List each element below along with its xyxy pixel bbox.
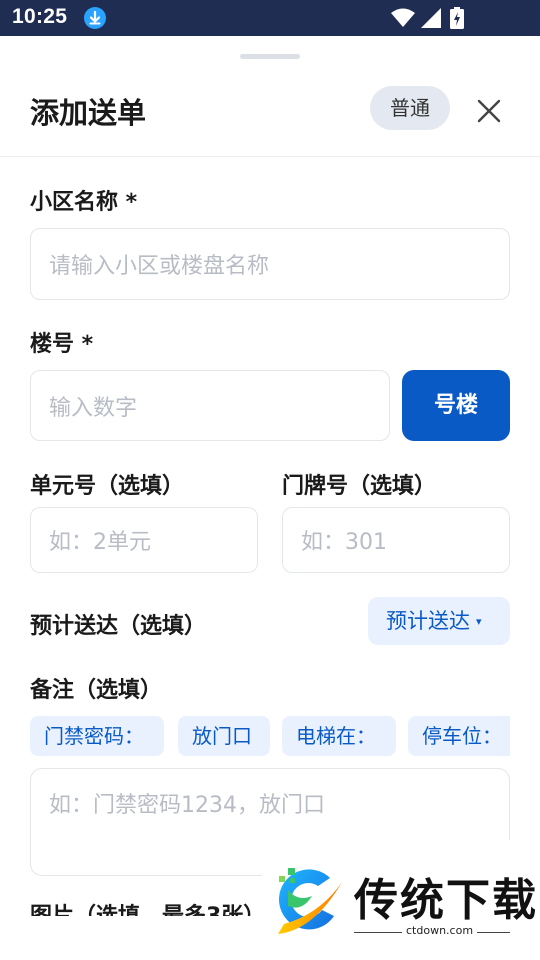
- mode-chip[interactable]: 普通: [370, 86, 450, 130]
- close-button[interactable]: [470, 92, 508, 130]
- community-input[interactable]: 请输入小区或楼盘名称: [30, 228, 510, 300]
- note-chip-gate-code[interactable]: 门禁密码：: [30, 716, 164, 756]
- eta-select[interactable]: 预计送达 ▾: [368, 597, 510, 645]
- signal-icon: [421, 8, 441, 28]
- note-chip-row: 门禁密码： 放门口 电梯在： 停车位：: [30, 716, 510, 756]
- status-bar: 10:25: [0, 0, 540, 36]
- drag-handle[interactable]: [240, 54, 300, 59]
- door-label: 门牌号（选填）: [282, 474, 437, 499]
- eta-select-label: 预计送达: [386, 609, 470, 633]
- unit-placeholder: 如：2单元: [49, 530, 151, 555]
- status-time: 10:25: [12, 5, 68, 28]
- community-label: 小区名称 *: [30, 190, 138, 215]
- wifi-icon: [391, 8, 415, 27]
- building-label: 楼号 *: [30, 332, 94, 357]
- note-label: 备注（选填）: [30, 678, 163, 703]
- door-input[interactable]: 如：301: [282, 507, 510, 573]
- note-chip-parking[interactable]: 停车位：: [408, 716, 510, 756]
- sheet-title: 添加送单: [30, 96, 147, 130]
- door-placeholder: 如：301: [301, 530, 387, 555]
- watermark-url: ctdown.com: [402, 924, 478, 937]
- header-divider: [0, 156, 540, 157]
- watermark-brand: 传统下载: [354, 875, 538, 926]
- building-suffix-button[interactable]: 号楼: [402, 370, 510, 441]
- watermark: 传统下载 ctdown.com: [262, 840, 540, 960]
- photo-label: 图片（选填，最多3张）: [30, 902, 265, 916]
- eta-label: 预计送达（选填）: [30, 614, 207, 639]
- add-order-sheet: 添加送单 普通 小区名称 * 请输入小区或楼盘名称 楼号 * 输入数字 号楼 单…: [0, 36, 540, 960]
- community-placeholder: 请输入小区或楼盘名称: [49, 254, 270, 279]
- unit-label: 单元号（选填）: [30, 474, 185, 499]
- chevron-down-icon: ▾: [476, 615, 482, 628]
- watermark-logo: [278, 868, 342, 934]
- note-placeholder: 如：门禁密码1234，放门口: [49, 793, 325, 818]
- note-chip-elevator[interactable]: 电梯在：: [282, 716, 396, 756]
- photo-label-text: 图片（选填，最多3张）: [30, 904, 265, 916]
- unit-input[interactable]: 如：2单元: [30, 507, 258, 573]
- battery-charging-icon: [450, 7, 464, 29]
- close-icon: [477, 99, 501, 123]
- download-icon: [84, 7, 106, 29]
- building-input[interactable]: 输入数字: [30, 370, 390, 441]
- building-placeholder: 输入数字: [49, 395, 138, 421]
- note-chip-leave-at-door[interactable]: 放门口: [178, 716, 270, 756]
